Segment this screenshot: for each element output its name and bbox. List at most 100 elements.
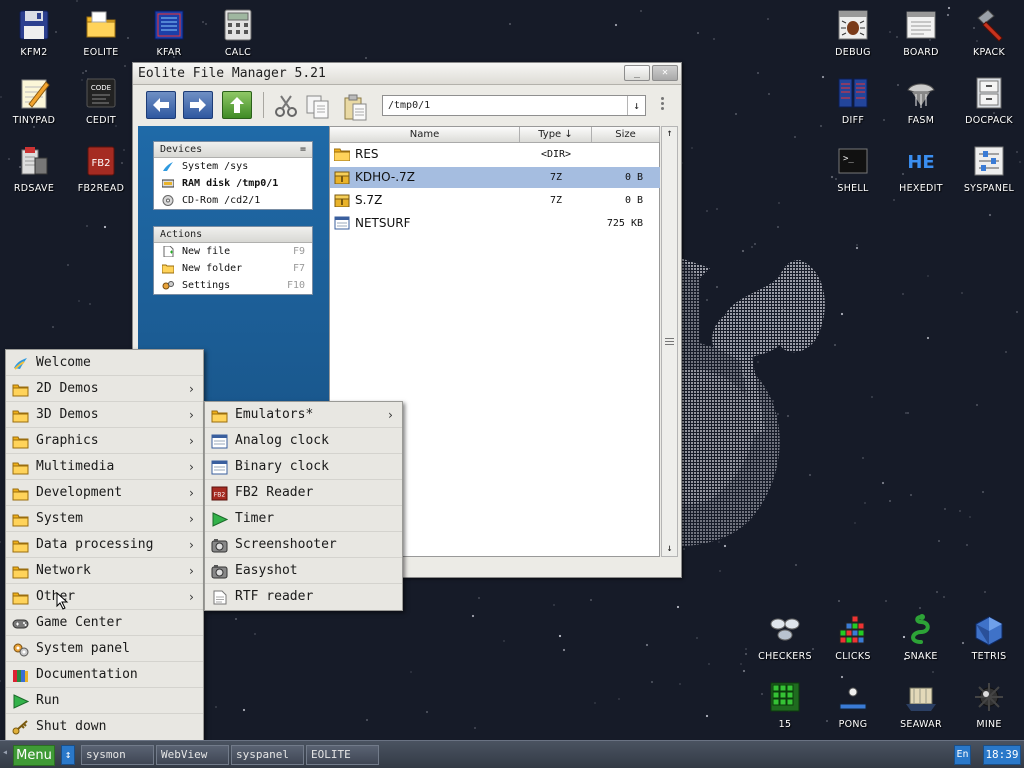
taskbar-task[interactable]: sysmon <box>81 745 154 765</box>
up-button[interactable] <box>222 91 252 119</box>
ship-icon <box>904 680 938 714</box>
submenu-item-fb2-reader[interactable]: FB2 FB2 Reader <box>205 480 402 506</box>
menu-item-graphics[interactable]: Graphics › <box>6 428 203 454</box>
scroll-down-button[interactable]: ↓ <box>662 542 677 556</box>
menu-item-2d-demos[interactable]: 2D Demos › <box>6 376 203 402</box>
menu-item-network[interactable]: Network › <box>6 558 203 584</box>
fb2-icon: FB2 <box>84 144 118 178</box>
desktop-icon-shell[interactable]: >_ SHELL <box>823 144 883 194</box>
menu-item-label: Easyshot <box>235 563 298 578</box>
file-name: KDHO-.7Z <box>355 170 415 184</box>
action-item[interactable]: New folder F7 <box>154 260 312 277</box>
desktop-icon-fb2read[interactable]: FB2 FB2READ <box>71 144 131 194</box>
menu-item-documentation[interactable]: Documentation <box>6 662 203 688</box>
language-indicator[interactable]: En <box>954 745 971 765</box>
sliders-icon <box>972 144 1006 178</box>
menu-item-label: RTF reader <box>235 589 314 604</box>
copy-button[interactable] <box>303 91 333 119</box>
menu-item-data-processing[interactable]: Data processing › <box>6 532 203 558</box>
column-name[interactable]: Name <box>330 127 520 142</box>
menu-item-system-panel[interactable]: System panel <box>6 636 203 662</box>
device-item[interactable]: CD-Rom /cd2/1 <box>154 192 312 209</box>
action-item[interactable]: Settings F10 <box>154 277 312 294</box>
clock[interactable]: 18:39 <box>983 745 1021 765</box>
menu-item-label: Analog clock <box>235 433 329 448</box>
minimize-button[interactable]: _ <box>624 65 650 81</box>
desktop-icon-rdsave[interactable]: RDSAVE <box>4 144 64 194</box>
desktop-icon-board[interactable]: BOARD <box>891 8 951 58</box>
scroll-up-button[interactable]: ↑ <box>662 127 677 141</box>
menu-item-run[interactable]: Run <box>6 688 203 714</box>
submenu-item-binary-clock[interactable]: Binary clock <box>205 454 402 480</box>
desktop-icon-diff[interactable]: DIFF <box>823 76 883 126</box>
action-item[interactable]: New file F9 <box>154 243 312 260</box>
taskbar-task[interactable]: WebView <box>156 745 229 765</box>
desktop-icon-hexedit[interactable]: HE HEXEDIT <box>891 144 951 194</box>
swap-windows-button[interactable]: ↕ <box>61 745 75 765</box>
desktop-icon-debug[interactable]: DEBUG <box>823 8 883 58</box>
taskbar-task[interactable]: syspanel <box>231 745 304 765</box>
submenu-item-rtf-reader[interactable]: RTF reader <box>205 584 402 610</box>
close-button[interactable]: ✕ <box>652 65 678 81</box>
file-row[interactable]: RES <DIR> <box>330 144 660 165</box>
file-row[interactable]: KDHO-.7Z 7Z 0 B <box>330 167 660 188</box>
menu-item-shut-down[interactable]: Shut down <box>6 714 203 740</box>
desktop-icon-clicks[interactable]: CLICKS <box>823 612 883 662</box>
desktop-icon-fasm[interactable]: FASM <box>891 76 951 126</box>
submenu-item-analog-clock[interactable]: Analog clock <box>205 428 402 454</box>
desktop-icon-syspanel[interactable]: SYSPANEL <box>959 144 1019 194</box>
desktop-icon-cedit[interactable]: CODE CEDIT <box>71 76 131 126</box>
desktop-icon-kfar[interactable]: KFAR <box>139 8 199 58</box>
device-item[interactable]: System /sys <box>154 158 312 175</box>
menu-item-multimedia[interactable]: Multimedia › <box>6 454 203 480</box>
path-dropdown-button[interactable]: ↓ <box>627 96 645 115</box>
desktop-icon-docpack[interactable]: DOCPACK <box>959 76 1019 126</box>
file-row[interactable]: S.7Z 7Z 0 B <box>330 190 660 211</box>
desktop-icon-seawar[interactable]: SEAWAR <box>891 680 951 730</box>
desktop-icon-mine[interactable]: MINE <box>959 680 1019 730</box>
taskbar-left-arrow-icon[interactable]: ◂ <box>2 747 8 758</box>
desktop-icon-tetris[interactable]: TETRIS <box>959 612 1019 662</box>
menu-button[interactable]: Menu <box>13 745 55 766</box>
file-row[interactable]: NETSURF 725 KB <box>330 213 660 234</box>
menu-item-development[interactable]: Development › <box>6 480 203 506</box>
desktop-icon-pong[interactable]: PONG <box>823 680 883 730</box>
desktop-icon-label: DEBUG <box>835 47 871 58</box>
more-options-button[interactable] <box>659 95 665 117</box>
desktop-icon-label: 15 <box>778 719 792 730</box>
file-list-scrollbar[interactable]: ↑ ↓ <box>661 126 678 557</box>
desktop-icon-kpack[interactable]: KPACK <box>959 8 1019 58</box>
paste-button[interactable] <box>340 91 370 121</box>
menu-item-welcome[interactable]: Welcome <box>6 350 203 376</box>
desktop-icon-calc[interactable]: CALC <box>208 8 268 58</box>
column-size[interactable]: Size <box>592 127 660 142</box>
menu-item-label: Graphics <box>36 433 99 448</box>
window-titlebar[interactable]: Eolite File Manager 5.21 _ ✕ <box>133 63 681 85</box>
desktop-icon-checkers[interactable]: CHECKERS <box>755 612 815 662</box>
taskbar-task[interactable]: EOLITE <box>306 745 379 765</box>
toolbar: ↓ <box>133 86 681 124</box>
menu-item-other[interactable]: Other › <box>6 584 203 610</box>
submenu-item-easyshot[interactable]: Easyshot <box>205 558 402 584</box>
menu-item-game-center[interactable]: Game Center <box>6 610 203 636</box>
desktop-icon-15[interactable]: 15 <box>755 680 815 730</box>
back-button[interactable] <box>146 91 176 119</box>
menu-item-3d-demos[interactable]: 3D Demos › <box>6 402 203 428</box>
path-input[interactable] <box>383 96 627 115</box>
desktop-icon-kfm2[interactable]: KFM2 <box>4 8 64 58</box>
forward-button[interactable] <box>183 91 213 119</box>
cut-button[interactable] <box>271 91 301 119</box>
scrollbar-grip[interactable] <box>665 341 674 342</box>
desktop-icon-snake[interactable]: SNAKE <box>891 612 951 662</box>
menu-item-system[interactable]: System › <box>6 506 203 532</box>
submenu-item-timer[interactable]: Timer <box>205 506 402 532</box>
device-item[interactable]: RAM disk /tmp0/1 <box>154 175 312 192</box>
devices-collapse-button[interactable]: = <box>300 142 306 158</box>
desktop-icon-eolite[interactable]: EOLITE <box>71 8 131 58</box>
desktop-icon-tinypad[interactable]: TINYPAD <box>4 76 64 126</box>
submenu-item-screenshooter[interactable]: Screenshooter <box>205 532 402 558</box>
column-type[interactable]: Type ↓ <box>520 127 592 142</box>
submenu-item-emulators[interactable]: Emulators* › <box>205 402 402 428</box>
floppy-icon <box>17 8 51 42</box>
path-field[interactable]: ↓ <box>382 95 646 116</box>
